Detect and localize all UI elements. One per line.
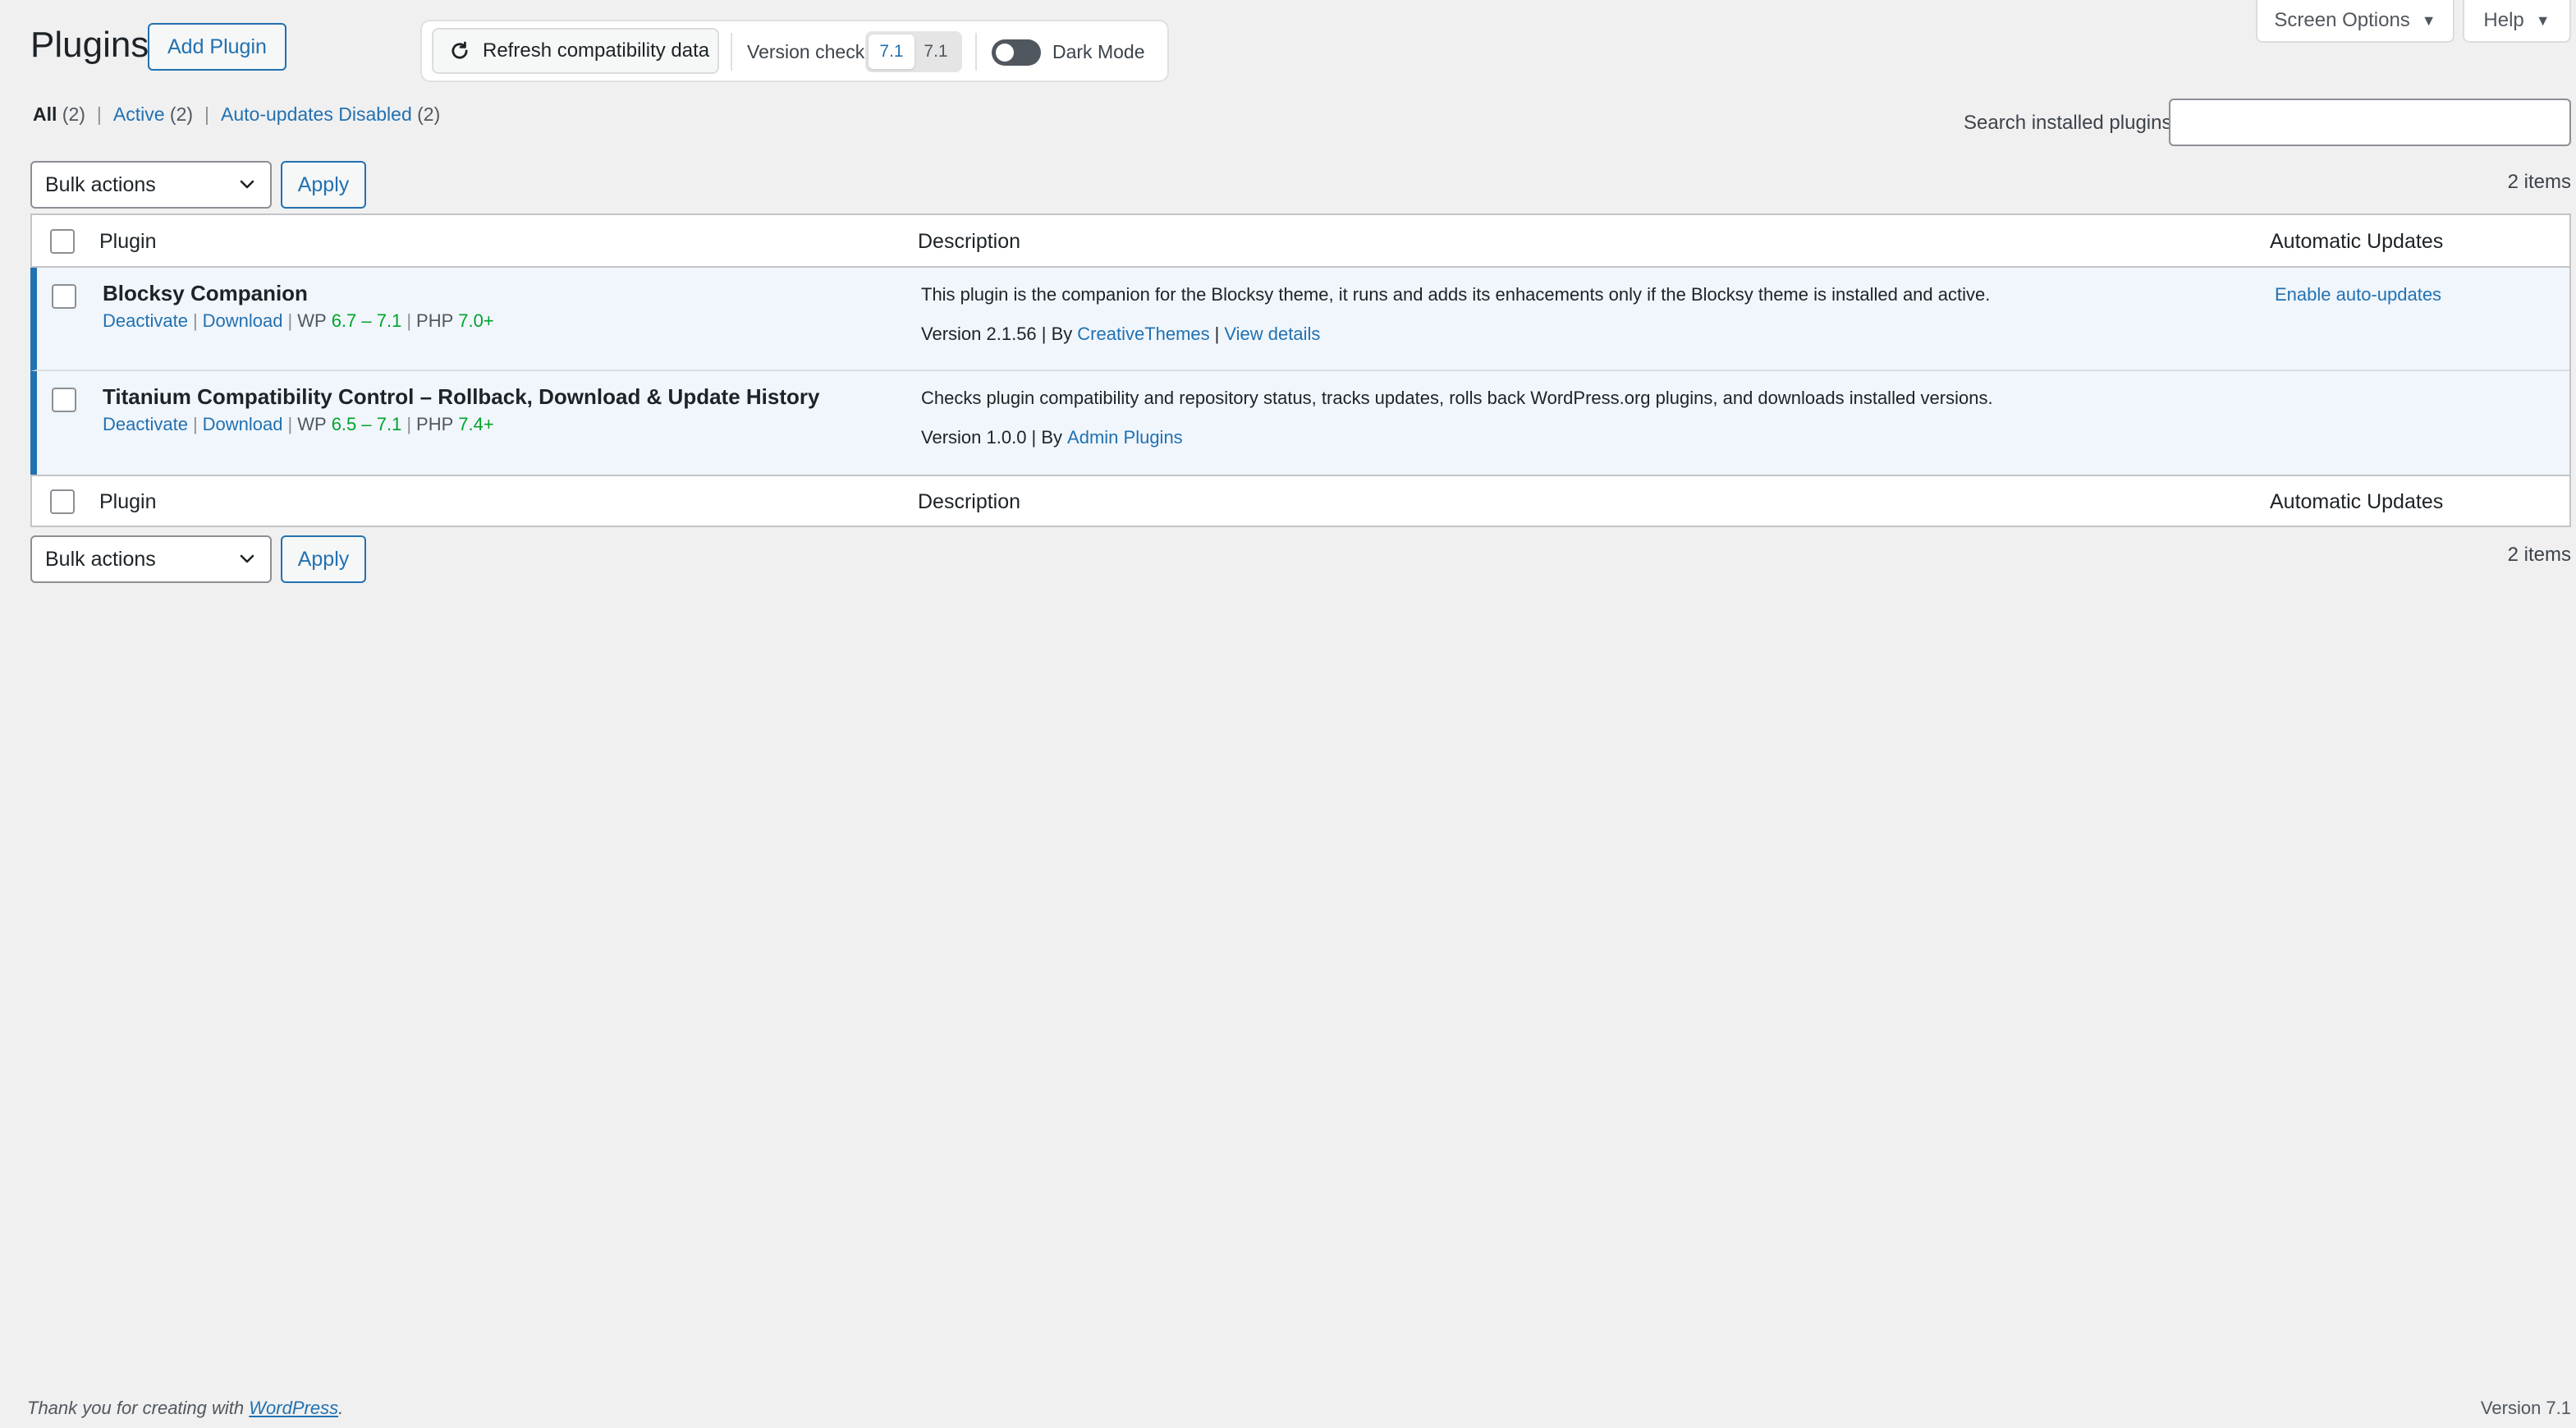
- download-link[interactable]: Download: [203, 310, 283, 332]
- wp-label: WP: [297, 310, 327, 331]
- refresh-label: Refresh compatibility data: [483, 39, 710, 62]
- row-checkbox[interactable]: [52, 388, 76, 412]
- php-requirement: 7.4+: [458, 414, 494, 434]
- bulk-actions-select-top[interactable]: Bulk actions: [30, 161, 272, 209]
- plugin-meta: Version 1.0.0 | By Admin Plugins: [921, 427, 1183, 448]
- filter-active-count: (2): [169, 103, 194, 125]
- plugin-description: Checks plugin compatibility and reposito…: [921, 388, 1993, 408]
- column-automatic-updates: Automatic Updates: [2270, 230, 2444, 253]
- footer-version: Version 7.1: [2480, 1398, 2571, 1418]
- dark-mode-toggle[interactable]: [992, 39, 1041, 66]
- column-description: Description: [918, 490, 1021, 513]
- help-label: Help: [2483, 9, 2524, 31]
- toggle-knob: [996, 44, 1014, 62]
- column-plugin: Plugin: [99, 490, 157, 513]
- footer-thanks: Thank you for creating with WordPress.: [27, 1398, 344, 1418]
- chevron-down-icon: [240, 554, 254, 563]
- caret-down-icon: ▼: [2535, 11, 2551, 29]
- chevron-down-icon: [240, 180, 254, 189]
- table-row: Blocksy Companion Deactivate | Download …: [30, 268, 2569, 371]
- column-automatic-updates: Automatic Updates: [2270, 490, 2444, 513]
- filter-auto-updates-disabled-count: (2): [417, 103, 441, 125]
- refresh-icon: [451, 41, 468, 59]
- select-all-checkbox[interactable]: [50, 229, 75, 254]
- row-actions: Deactivate | Download | WP 6.7 – 7.1 | P…: [103, 310, 494, 332]
- add-plugin-button[interactable]: Add Plugin: [148, 23, 286, 71]
- wordpress-link[interactable]: WordPress: [249, 1398, 338, 1418]
- items-count-bottom: 2 items: [2507, 544, 2571, 566]
- php-requirement: 7.0+: [458, 310, 494, 331]
- deactivate-link[interactable]: Deactivate: [103, 414, 188, 435]
- select-all-checkbox-bottom[interactable]: [50, 489, 75, 514]
- filter-all[interactable]: All: [33, 103, 57, 125]
- search-plugins-input[interactable]: [2169, 99, 2571, 146]
- row-actions: Deactivate | Download | WP 6.5 – 7.1 | P…: [103, 414, 494, 435]
- view-details-link[interactable]: View details: [1224, 324, 1320, 345]
- refresh-compatibility-button[interactable]: Refresh compatibility data: [432, 28, 719, 74]
- column-description: Description: [918, 230, 1021, 253]
- toolbar-divider: [731, 33, 732, 71]
- items-count-top: 2 items: [2507, 171, 2571, 193]
- version-check-label: Version check: [747, 41, 865, 62]
- plugin-version: Version 1.0.0 | By: [921, 427, 1063, 448]
- help-button[interactable]: Help ▼: [2463, 0, 2571, 43]
- wp-range: 6.5 – 7.1: [331, 414, 402, 434]
- footer-thanks-text: Thank you for creating with: [27, 1398, 245, 1418]
- bulk-actions-value: Bulk actions: [45, 548, 156, 571]
- version-option-selected[interactable]: 7.1: [869, 34, 914, 69]
- plugin-name: Blocksy Companion: [103, 281, 308, 305]
- php-label: PHP: [416, 310, 454, 331]
- status-filters: All (2) | Active (2) | Auto-updates Disa…: [33, 103, 441, 125]
- row-checkbox[interactable]: [52, 284, 76, 309]
- column-plugin: Plugin: [99, 230, 157, 253]
- toolbar-divider: [975, 33, 977, 71]
- compatibility-toolbar: Refresh compatibility data Version check…: [420, 20, 1169, 82]
- screen-options-button[interactable]: Screen Options ▼: [2256, 0, 2455, 43]
- download-link[interactable]: Download: [203, 414, 283, 435]
- filter-auto-updates-disabled[interactable]: Auto-updates Disabled: [221, 103, 412, 125]
- filter-all-count: (2): [62, 103, 85, 125]
- deactivate-link[interactable]: Deactivate: [103, 310, 188, 332]
- version-check-toggle: 7.1 7.1: [865, 31, 962, 72]
- screen-options-label: Screen Options: [2274, 9, 2410, 31]
- caret-down-icon: ▼: [2421, 11, 2436, 29]
- enable-auto-updates-link[interactable]: Enable auto-updates: [2275, 284, 2441, 305]
- author-link[interactable]: CreativeThemes: [1077, 324, 1209, 345]
- author-link[interactable]: Admin Plugins: [1067, 427, 1183, 448]
- search-label: Search installed plugins: [1964, 112, 2172, 134]
- plugin-version: Version 2.1.56 | By: [921, 324, 1073, 344]
- page-title: Plugins: [30, 25, 149, 65]
- table-footer: Plugin Description Automatic Updates: [32, 475, 2569, 527]
- wp-range: 6.7 – 7.1: [331, 310, 402, 331]
- version-option[interactable]: 7.1: [913, 34, 959, 69]
- table-row: Titanium Compatibility Control – Rollbac…: [30, 371, 2569, 475]
- plugins-table: Plugin Description Automatic Updates Blo…: [30, 214, 2571, 527]
- wp-label: WP: [297, 414, 327, 434]
- filter-active[interactable]: Active: [113, 103, 165, 125]
- apply-button-bottom[interactable]: Apply: [281, 535, 366, 583]
- php-label: PHP: [416, 414, 454, 434]
- plugin-name: Titanium Compatibility Control – Rollbac…: [103, 384, 820, 409]
- table-header: Plugin Description Automatic Updates: [32, 215, 2569, 268]
- plugin-meta: Version 2.1.56 | By CreativeThemes | Vie…: [921, 324, 1321, 345]
- bulk-actions-select-bottom[interactable]: Bulk actions: [30, 535, 272, 583]
- bulk-actions-value: Bulk actions: [45, 173, 156, 196]
- dark-mode-label: Dark Mode: [1052, 41, 1145, 62]
- plugin-description: This plugin is the companion for the Blo…: [921, 284, 1991, 305]
- apply-button-top[interactable]: Apply: [281, 161, 366, 209]
